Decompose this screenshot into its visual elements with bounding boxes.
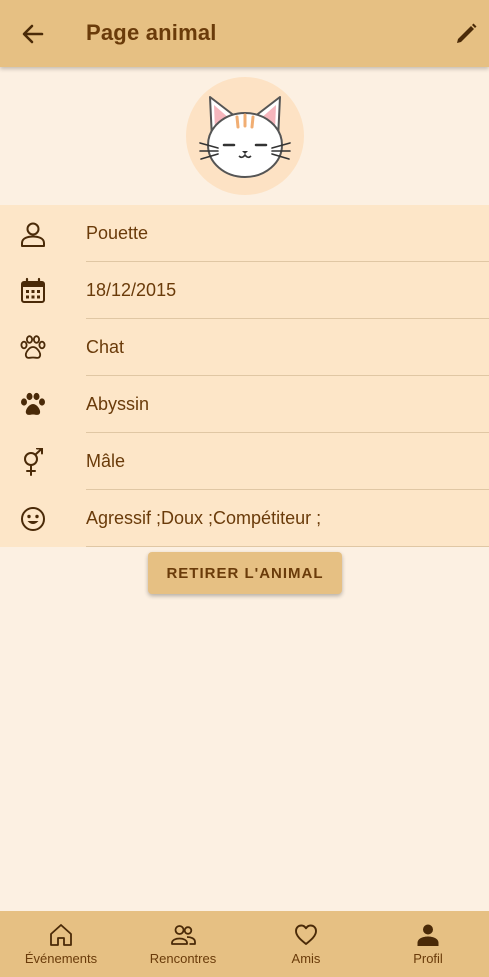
- nav-label: Rencontres: [149, 951, 217, 966]
- animal-sex: Mâle: [86, 451, 126, 471]
- animal-species: Chat: [86, 337, 125, 357]
- animal-temperament: Agressif ;Doux ;Compétiteur ;: [86, 508, 322, 528]
- nav-item-events[interactable]: Événements: [0, 911, 122, 977]
- profile-icon: [417, 924, 439, 946]
- calendar-icon: [19, 277, 47, 305]
- bottom-navigation: Événements Rencontres Amis Profil: [0, 911, 489, 977]
- list-item-sex: Mâle: [0, 433, 489, 490]
- nav-label: Événements: [24, 951, 98, 966]
- smiley-icon: [19, 505, 47, 533]
- list-item-temperament: Agressif ;Doux ;Compétiteur ;: [0, 490, 489, 547]
- arrow-left-icon[interactable]: [18, 19, 48, 49]
- list-item-species: Chat: [0, 319, 489, 376]
- animal-info-list: Pouette 18/12/2015 Chat Abyssin Mâle Agr…: [0, 205, 489, 547]
- nav-item-meetings[interactable]: Rencontres: [122, 911, 244, 977]
- animal-name: Pouette: [86, 223, 149, 243]
- animal-avatar: [186, 77, 304, 195]
- paw-filled-icon: [19, 391, 47, 419]
- people-icon: [171, 925, 196, 945]
- nav-label: Amis: [291, 951, 321, 966]
- divider: [86, 546, 489, 547]
- nav-item-friends[interactable]: Amis: [245, 911, 367, 977]
- remove-animal-button[interactable]: RETIRER L'ANIMAL: [148, 552, 342, 594]
- app-bar: Page animal: [0, 0, 489, 67]
- animal-birthdate: 18/12/2015: [86, 280, 177, 300]
- animal-breed: Abyssin: [86, 394, 150, 414]
- nav-label: Profil: [413, 951, 443, 966]
- pencil-icon[interactable]: [453, 21, 479, 47]
- nav-item-profile[interactable]: Profil: [367, 911, 489, 977]
- page-title: Page animal: [86, 20, 217, 45]
- gender-icon: [19, 447, 47, 476]
- list-item-birthdate: 18/12/2015: [0, 262, 489, 319]
- list-item-breed: Abyssin: [0, 376, 489, 433]
- paw-outline-icon: [19, 334, 47, 362]
- list-item-name: Pouette: [0, 205, 489, 262]
- cat-face-icon: [199, 96, 291, 178]
- heart-icon: [295, 924, 317, 945]
- home-icon: [50, 924, 72, 946]
- person-icon: [19, 220, 47, 248]
